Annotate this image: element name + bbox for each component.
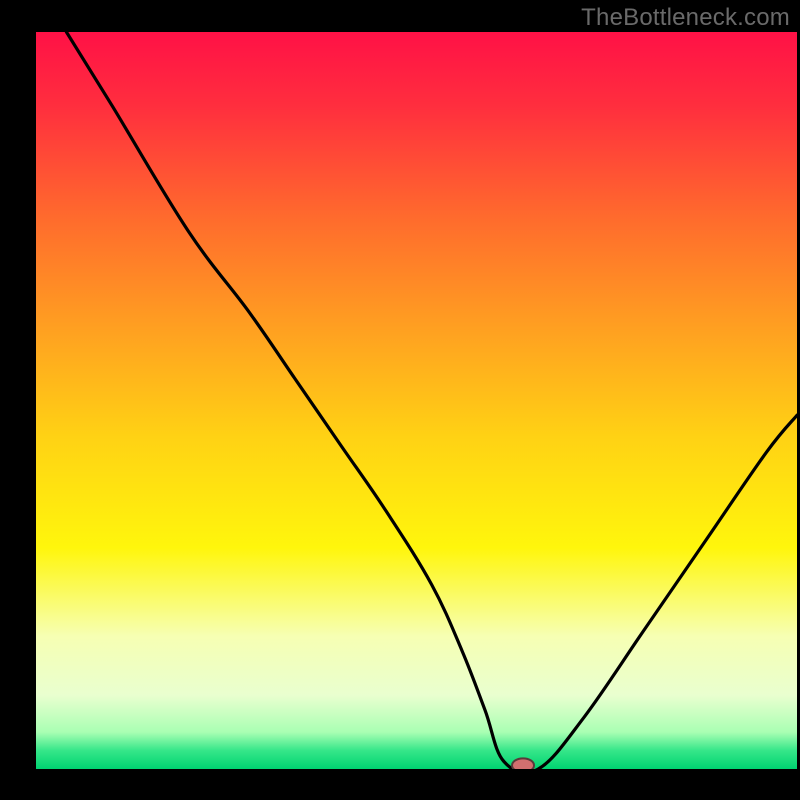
gradient-background [36,32,797,769]
bottleneck-chart [0,0,800,800]
bottleneck-marker [512,758,534,772]
watermark-text: TheBottleneck.com [581,4,790,32]
chart-frame: TheBottleneck.com [0,0,800,800]
